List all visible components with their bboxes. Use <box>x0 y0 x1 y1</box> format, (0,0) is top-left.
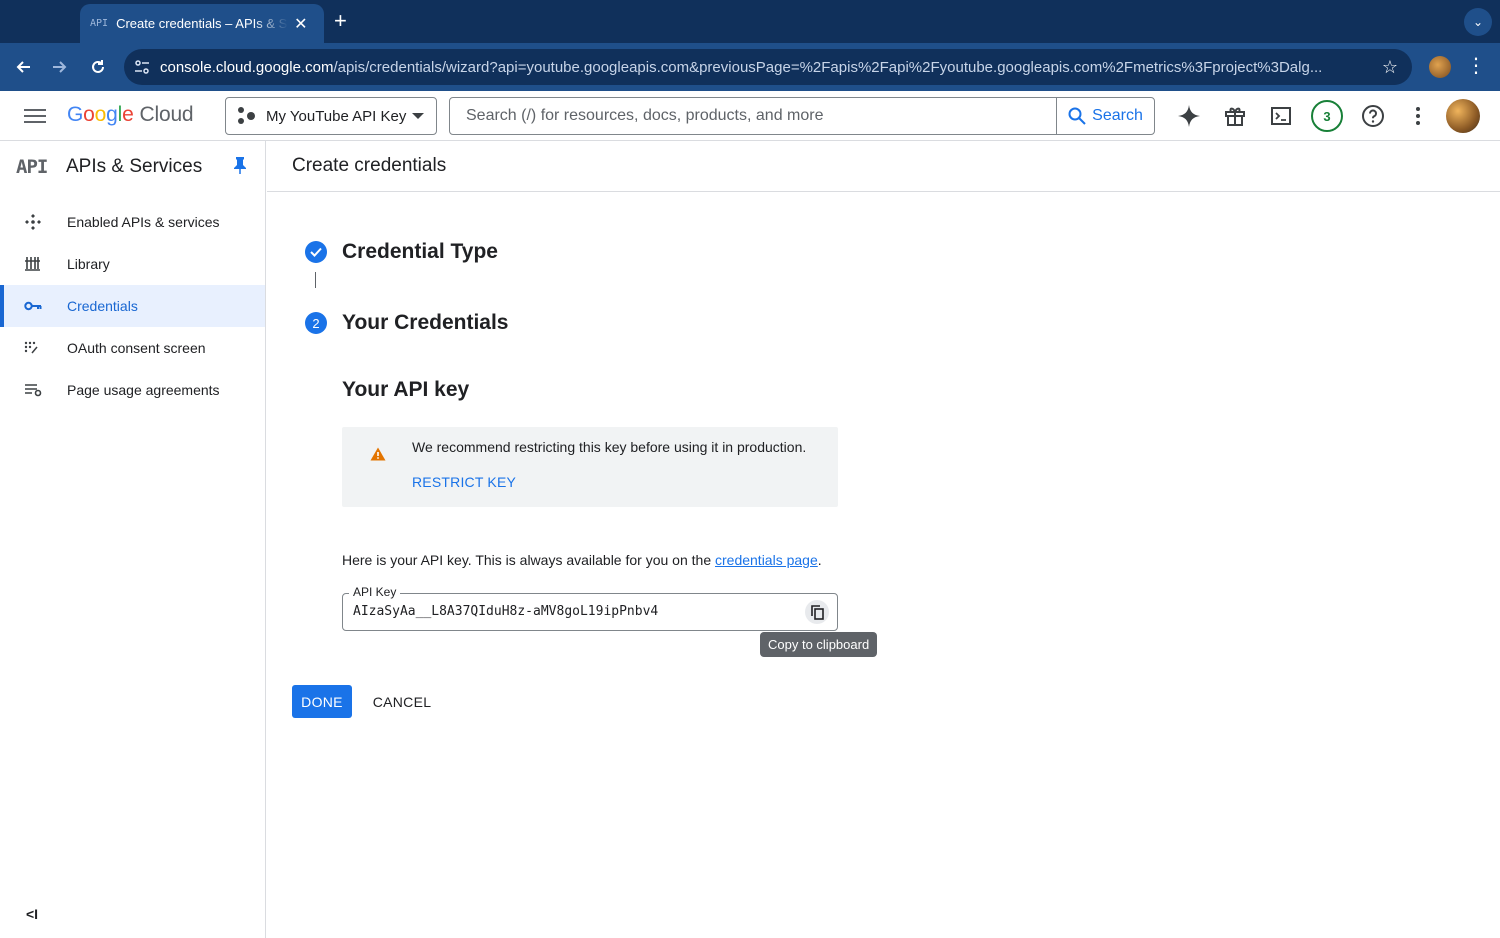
step-credential-type[interactable]: Credential Type <box>305 240 498 264</box>
tab-search-chevron-icon[interactable]: ⌄ <box>1464 8 1492 36</box>
copy-tooltip: Copy to clipboard <box>760 632 878 657</box>
forward-arrow-icon[interactable] <box>46 53 74 81</box>
warning-banner: We recommend restricting this key before… <box>342 427 838 507</box>
consent-icon <box>24 341 67 355</box>
sidebar-title: APIs & Services <box>66 156 203 177</box>
sidebar-item-page-usage[interactable]: Page usage agreements <box>0 369 265 411</box>
tab-favicon-icon: API <box>90 18 109 29</box>
step-connector <box>315 272 316 288</box>
back-arrow-icon[interactable] <box>9 53 37 81</box>
api-key-heading: Your API key <box>342 378 470 401</box>
reload-icon[interactable] <box>84 53 112 81</box>
credentials-page-link[interactable]: credentials page <box>715 552 818 568</box>
gemini-sparkle-icon[interactable] <box>1176 103 1202 129</box>
warning-text: We recommend restricting this key before… <box>412 439 807 455</box>
gift-icon[interactable] <box>1222 103 1248 129</box>
browser-toolbar: console.cloud.google.com/apis/credential… <box>0 43 1500 91</box>
search-input[interactable] <box>450 98 1056 134</box>
project-icon <box>238 107 256 125</box>
cloud-shell-terminal-icon[interactable] <box>1268 103 1294 129</box>
check-circle-icon <box>305 241 327 263</box>
search-button[interactable]: Search <box>1056 98 1154 134</box>
agreements-icon <box>24 383 67 397</box>
collapse-sidebar-icon[interactable]: <I <box>26 906 38 922</box>
apps-icon <box>24 213 67 231</box>
library-icon <box>24 256 67 272</box>
caret-down-icon <box>412 113 424 119</box>
bookmark-star-icon[interactable]: ☆ <box>1382 57 1398 78</box>
page-title: Create credentials <box>267 141 1500 192</box>
project-name: My YouTube API Key <box>266 107 407 125</box>
google-cloud-logo[interactable]: Google Cloud <box>67 103 194 127</box>
restrict-key-link[interactable]: RESTRICT KEY <box>412 474 516 490</box>
sidebar-header: API APIs & Services <box>0 141 265 193</box>
step-number: 2 <box>305 312 327 334</box>
search-button-label: Search <box>1092 107 1143 124</box>
project-picker-button[interactable]: My YouTube API Key <box>225 97 437 135</box>
info-suffix: . <box>817 552 822 568</box>
url-host: console.cloud.google.com <box>160 58 334 76</box>
notifications-badge[interactable]: 3 <box>1311 100 1343 132</box>
main-menu-icon[interactable] <box>24 105 46 127</box>
sidebar-item-label: Page usage agreements <box>67 382 220 398</box>
search-icon <box>1068 107 1086 125</box>
sidebar-item-enabled-apis[interactable]: Enabled APIs & services <box>0 201 265 243</box>
browser-tabstrip: API Create credentials – APIs & Services… <box>0 0 1500 43</box>
sidebar-item-label: Library <box>67 256 110 272</box>
sidebar-item-oauth-consent[interactable]: OAuth consent screen <box>0 327 265 369</box>
sidebar-item-label: Enabled APIs & services <box>67 214 220 230</box>
api-key-field[interactable]: API Key AIzaSyAa__L8A37QIduH8z-aMV8goL19… <box>342 585 838 631</box>
copy-icon[interactable] <box>805 600 829 624</box>
browser-tab[interactable]: API Create credentials – APIs & Services… <box>80 4 324 43</box>
tab-close-icon[interactable]: ✕ <box>294 14 307 34</box>
browser-profile-avatar[interactable] <box>1429 56 1451 78</box>
search-bar: Search <box>449 97 1155 135</box>
sidebar-item-label: Credentials <box>67 298 138 314</box>
site-settings-icon[interactable] <box>124 60 160 74</box>
pin-icon[interactable] <box>233 156 247 179</box>
url-path: /apis/credentials/wizard?api=youtube.goo… <box>333 58 1323 76</box>
sidebar: API APIs & Services Enabled APIs & servi… <box>0 141 266 938</box>
sidebar-item-library[interactable]: Library <box>0 243 265 285</box>
key-icon <box>24 300 67 312</box>
console-header: GoogleCloud My YouTube API Key Search 3 <box>0 91 1500 141</box>
new-tab-icon[interactable]: + <box>334 8 347 34</box>
done-button[interactable]: DONE <box>292 685 352 718</box>
api-logo: API <box>16 156 48 178</box>
api-key-value[interactable]: AIzaSyAa__L8A37QIduH8z-aMV8goL19ipPnbv4 <box>353 604 658 619</box>
cancel-button[interactable]: CANCEL <box>366 685 438 718</box>
info-text: Here is your API key. This is always ava… <box>342 552 712 568</box>
api-key-label: API Key <box>349 585 401 599</box>
url-text: console.cloud.google.com/apis/credential… <box>160 59 1360 76</box>
api-key-info: Here is your API key. This is always ava… <box>342 552 822 568</box>
address-bar[interactable]: console.cloud.google.com/apis/credential… <box>124 49 1412 85</box>
sidebar-item-credentials[interactable]: Credentials <box>0 285 265 327</box>
step-title: Your Credentials <box>342 311 509 334</box>
more-options-icon[interactable] <box>1405 103 1431 129</box>
help-icon[interactable] <box>1360 103 1386 129</box>
sidebar-item-label: OAuth consent screen <box>67 340 206 356</box>
tab-title: Create credentials – APIs & Services <box>116 16 288 31</box>
account-avatar[interactable] <box>1446 99 1480 133</box>
step-title: Credential Type <box>342 240 498 263</box>
warning-icon <box>370 447 386 466</box>
sidebar-nav: Enabled APIs & services Library Credenti… <box>0 201 265 411</box>
step-your-credentials[interactable]: 2 Your Credentials <box>305 311 508 335</box>
browser-menu-icon[interactable]: ⋮ <box>1466 53 1486 78</box>
